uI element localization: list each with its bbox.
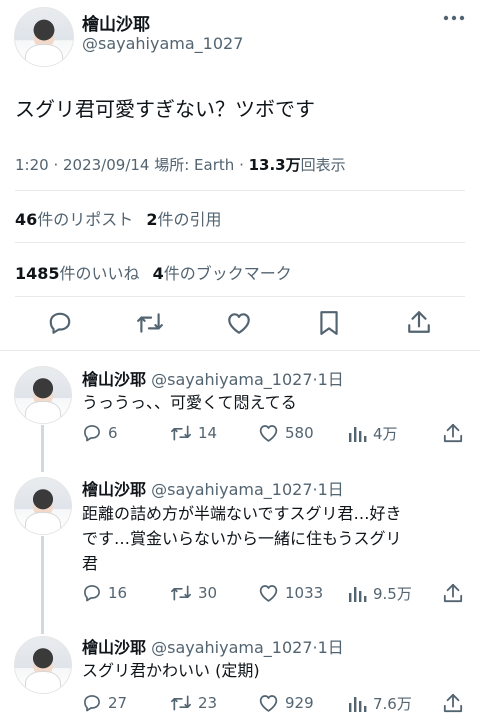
tweet-date[interactable]: 2023/09/14 [63, 156, 149, 174]
reply-count: 6 [108, 424, 118, 442]
repost-button[interactable]: 30 [170, 583, 217, 603]
main-tweet-meta: 1:20 · 2023/09/14 場所: Earth · 13.3万回表示 [15, 154, 346, 175]
reply-count: 16 [108, 584, 128, 602]
main-avatar[interactable] [14, 7, 74, 67]
meta-separator: · [48, 156, 63, 174]
view-count: 9.5万 [373, 585, 412, 603]
views-button[interactable]: 9.5万 [347, 583, 412, 604]
quote-count-label: 件の引用 [157, 210, 222, 229]
reply-author-name[interactable]: 檜山沙耶 [82, 370, 146, 389]
reply-text-line: うっうっ、、可愛くて悶えてる [82, 393, 297, 412]
main-tweet-text: スグリ君可愛すぎない？ツボです [15, 97, 315, 121]
share-icon[interactable] [407, 309, 431, 335]
reply-time[interactable]: ·1日 [313, 638, 344, 657]
reply-header: 檜山沙耶 @sayahiyama_1027·1日 [82, 476, 344, 500]
like-icon [259, 425, 278, 442]
reply-icon [84, 425, 100, 442]
view-count: 4万 [373, 425, 398, 443]
tweet-location: 場所: Earth [149, 156, 235, 174]
like-count: 1033 [285, 584, 324, 602]
views-button[interactable]: 4万 [347, 423, 398, 444]
divider [15, 242, 465, 243]
reply-author-handle[interactable]: @sayahiyama_1027 [151, 480, 312, 499]
bookmark-count: 4 [152, 264, 164, 283]
bookmark-count-link[interactable]: 4件のブックマーク [153, 264, 292, 283]
like-count: 929 [285, 694, 314, 712]
reply-count-button[interactable]: 27 [82, 693, 127, 713]
like-count: 1485 [15, 264, 60, 283]
share-icon[interactable] [443, 582, 463, 604]
like-button[interactable]: 1033 [258, 583, 323, 603]
main-author-name[interactable]: 檜山沙耶 [82, 10, 150, 35]
reply-icon[interactable] [47, 310, 73, 336]
engagement-row-1: 46件のリポスト 2件の引用 [15, 206, 222, 230]
engagement-row-2: 1485件のいいね 4件のブックマーク [15, 260, 292, 284]
reply-text: うっうっ、、可愛くて悶えてる [82, 391, 297, 415]
main-author-handle[interactable]: @sayahiyama_1027 [82, 34, 243, 53]
like-count-label: 件のいいね [59, 264, 140, 283]
repost-button[interactable]: 14 [170, 423, 217, 443]
share-icon[interactable] [443, 422, 463, 444]
like-button[interactable]: 580 [258, 423, 314, 443]
quote-count: 2 [146, 210, 158, 229]
quote-count-link[interactable]: 2件の引用 [146, 210, 221, 229]
like-icon [259, 695, 278, 712]
thread-line [41, 425, 44, 472]
reply-count-button[interactable]: 16 [82, 583, 127, 603]
views-icon [349, 586, 367, 602]
repost-icon [170, 425, 191, 441]
reply-text-line: 君 [82, 554, 99, 573]
like-icon[interactable] [226, 311, 252, 335]
like-icon [259, 585, 278, 602]
like-count: 580 [285, 424, 314, 442]
view-count-label: 回表示 [300, 156, 346, 174]
reply-text-line: スグリ君かわいい (定期) [82, 661, 260, 680]
reply-author-name[interactable]: 檜山沙耶 [82, 638, 146, 657]
thread-line [41, 536, 44, 634]
view-count: 13.3万 [248, 156, 301, 174]
reply-text: スグリ君かわいい (定期) [82, 659, 260, 683]
bookmark-count-label: 件のブックマーク [163, 264, 292, 283]
bookmark-icon[interactable] [318, 310, 340, 336]
repost-count-label: 件のリポスト [37, 210, 134, 229]
like-count-link[interactable]: 1485件のいいね [15, 264, 140, 283]
repost-icon [170, 585, 191, 601]
reply-text: 距離の詰め方が半端ないですスグリ君…好き です…賞金いらないから一緒に住もうスグ… [82, 501, 402, 576]
views-icon [349, 426, 367, 442]
reply-avatar[interactable] [14, 636, 72, 694]
divider [0, 350, 480, 351]
reply-avatar[interactable] [14, 477, 72, 535]
reply-text-line: 距離の詰め方が半端ないですスグリ君…好き [82, 504, 402, 523]
meta-separator: · [234, 156, 249, 174]
repost-button[interactable]: 23 [170, 693, 217, 713]
reply-count-button[interactable]: 6 [82, 423, 118, 443]
repost-count-link[interactable]: 46件のリポスト [15, 210, 133, 229]
divider [15, 190, 465, 191]
repost-count: 30 [198, 584, 218, 602]
reply-author-handle[interactable]: @sayahiyama_1027 [151, 638, 312, 657]
reply-icon [84, 695, 100, 712]
reply-author-name[interactable]: 檜山沙耶 [82, 480, 146, 499]
more-icon[interactable] [443, 14, 465, 22]
reply-time[interactable]: ·1日 [313, 480, 344, 499]
divider [15, 296, 465, 297]
reply-header: 檜山沙耶 @sayahiyama_1027·1日 [82, 366, 344, 390]
tweet-time[interactable]: 1:20 [15, 156, 49, 174]
reply-count: 27 [108, 694, 128, 712]
reply-icon [84, 585, 100, 602]
repost-icon [170, 695, 191, 711]
repost-count: 23 [198, 694, 218, 712]
reply-header: 檜山沙耶 @sayahiyama_1027·1日 [82, 634, 344, 658]
reply-text-line: です…賞金いらないから一緒に住もうスグリ [82, 529, 402, 548]
repost-count: 46 [15, 210, 38, 229]
like-button[interactable]: 929 [258, 693, 314, 713]
repost-icon[interactable] [136, 310, 164, 336]
reply-avatar[interactable] [14, 366, 72, 424]
reply-time[interactable]: ·1日 [313, 370, 344, 389]
repost-count: 14 [198, 424, 218, 442]
reply-author-handle[interactable]: @sayahiyama_1027 [151, 370, 312, 389]
